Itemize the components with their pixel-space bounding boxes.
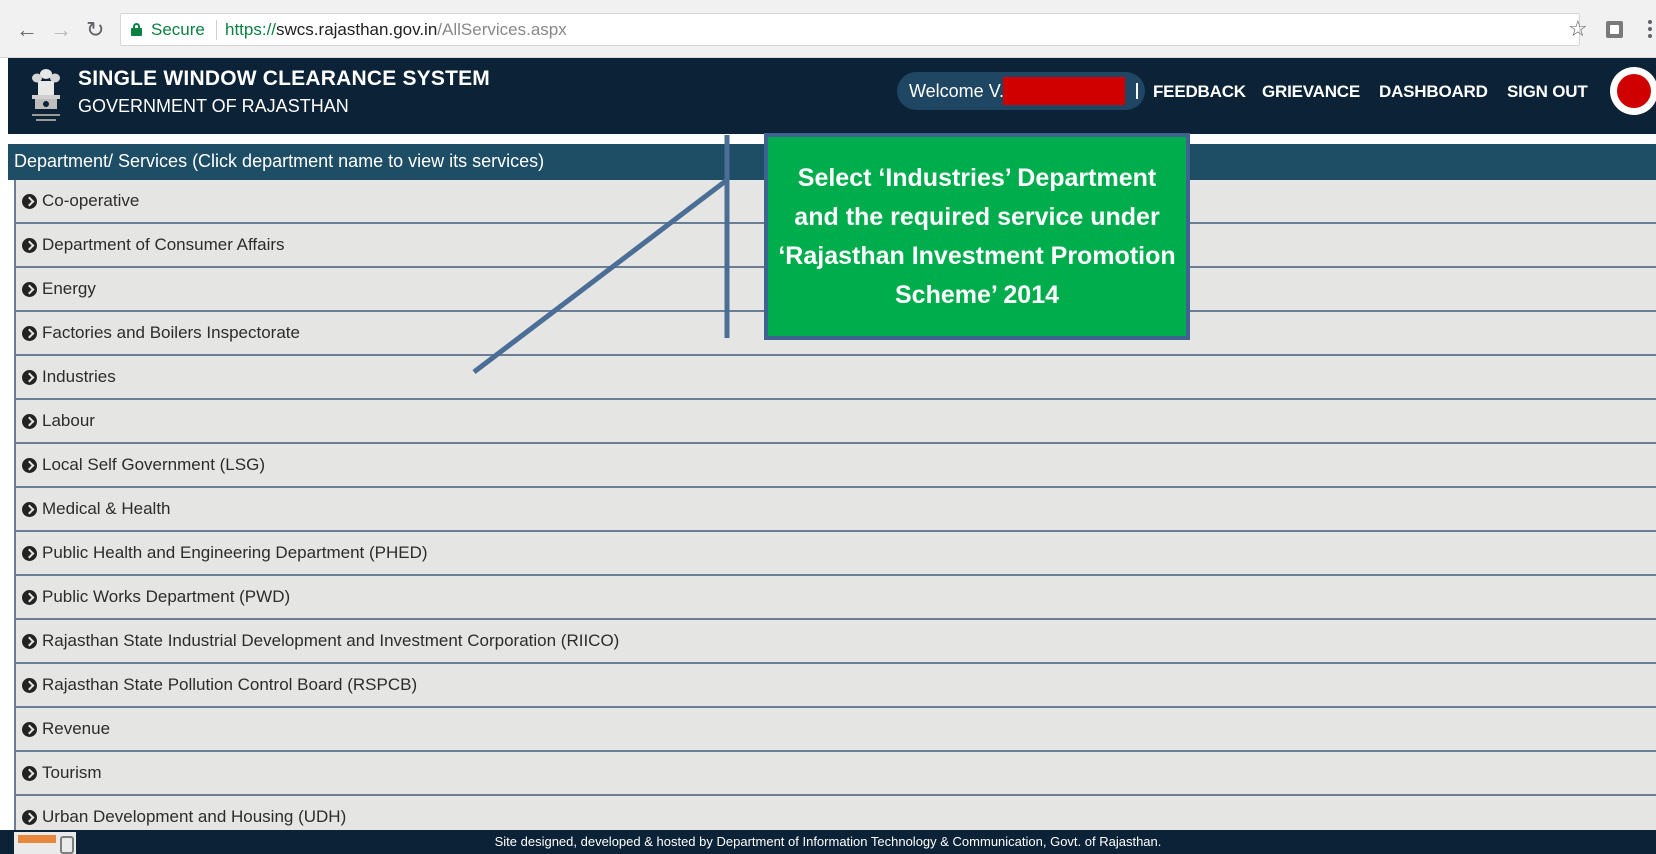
site-header: SINGLE WINDOW CLEARANCE SYSTEM GOVERNMEN… <box>8 58 1656 134</box>
nav-feedback[interactable]: FEEDBACK <box>1153 82 1246 102</box>
redacted-username <box>1003 77 1125 105</box>
address-separator <box>216 20 217 40</box>
department-item-lsg[interactable]: Local Self Government (LSG) <box>14 444 1656 488</box>
department-label: Medical & Health <box>42 499 171 518</box>
nav-dashboard[interactable]: DASHBOARD <box>1379 82 1488 102</box>
welcome-text: Welcome V. <box>909 81 1005 101</box>
browser-toolbar: ← → ↻ Secure https://swcs.rajasthan.gov.… <box>0 0 1656 58</box>
site-footer: Site designed, developed & hosted by Dep… <box>0 830 1656 854</box>
chevron-right-circle-icon <box>22 326 37 341</box>
department-item-revenue[interactable]: Revenue <box>14 708 1656 752</box>
department-label: Rajasthan State Industrial Development a… <box>42 631 620 650</box>
department-label: Revenue <box>42 719 111 738</box>
url-path: /AllServices.aspx <box>437 20 567 39</box>
chevron-right-circle-icon <box>22 458 37 473</box>
department-panel-title: Department/ Services (Click department n… <box>14 151 545 171</box>
chevron-right-circle-icon <box>22 634 37 649</box>
department-label: Local Self Government (LSG) <box>42 455 265 474</box>
instruction-callout-text: Select ‘Industries’ Department and the r… <box>778 163 1176 309</box>
chevron-right-circle-icon <box>22 238 37 253</box>
menu-icon[interactable] <box>1648 20 1652 38</box>
department-label: Labour <box>42 411 95 430</box>
site-subtitle: GOVERNMENT OF RAJASTHAN <box>78 96 349 116</box>
chevron-right-circle-icon <box>22 546 37 561</box>
url-host: swcs.rajasthan.gov.in <box>276 20 438 39</box>
url-text[interactable]: https://swcs.rajasthan.gov.in/AllService… <box>225 20 567 40</box>
department-item-medical-health[interactable]: Medical & Health <box>14 488 1656 532</box>
footer-text: Site designed, developed & hosted by Dep… <box>494 834 1162 849</box>
department-label: Urban Development and Housing (UDH) <box>42 807 347 826</box>
lock-icon <box>131 23 142 36</box>
welcome-pill[interactable]: Welcome V. <box>897 72 1145 110</box>
department-item-udh[interactable]: Urban Development and Housing (UDH) <box>14 796 1656 830</box>
chevron-right-circle-icon <box>22 810 37 825</box>
department-label: Industries <box>42 367 116 386</box>
star-icon[interactable]: ☆ <box>1568 16 1588 42</box>
welcome-tail <box>1136 83 1138 99</box>
department-label: Co-operative <box>42 191 140 210</box>
department-label: Public Works Department (PWD) <box>42 587 291 606</box>
department-label: Rajasthan State Pollution Control Board … <box>42 675 418 694</box>
forward-arrow-icon[interactable]: → <box>50 18 72 42</box>
extension-icon[interactable] <box>1606 21 1623 38</box>
nav-grievance[interactable]: GRIEVANCE <box>1262 82 1360 102</box>
department-item-rspcb[interactable]: Rajasthan State Pollution Control Board … <box>14 664 1656 708</box>
emblem-icon <box>32 69 60 121</box>
secure-label: Secure <box>151 20 205 39</box>
department-label: Department of Consumer Affairs <box>42 235 285 254</box>
chevron-right-circle-icon <box>22 766 37 781</box>
chevron-right-circle-icon <box>22 414 37 429</box>
department-item-pwd[interactable]: Public Works Department (PWD) <box>14 576 1656 620</box>
chevron-right-circle-icon <box>22 502 37 517</box>
reload-icon[interactable]: ↻ <box>86 18 104 42</box>
department-label: Tourism <box>42 763 102 782</box>
department-item-phed[interactable]: Public Health and Engineering Department… <box>14 532 1656 576</box>
nav-sign-out[interactable]: SIGN OUT <box>1507 82 1588 102</box>
avatar[interactable] <box>1610 67 1656 115</box>
department-item-industries[interactable]: Industries <box>14 356 1656 400</box>
chevron-right-circle-icon <box>22 590 37 605</box>
chevron-right-circle-icon <box>22 722 37 737</box>
url-scheme: https:// <box>225 20 277 39</box>
department-item-riico[interactable]: Rajasthan State Industrial Development a… <box>14 620 1656 664</box>
department-label: Energy <box>42 279 96 298</box>
address-bar[interactable]: Secure https://swcs.rajasthan.gov.in/All… <box>120 13 1580 46</box>
department-item-labour[interactable]: Labour <box>14 400 1656 444</box>
department-item-tourism[interactable]: Tourism <box>14 752 1656 796</box>
chevron-right-circle-icon <box>22 678 37 693</box>
back-arrow-icon[interactable]: ← <box>16 18 38 42</box>
chevron-right-circle-icon <box>22 282 37 297</box>
chevron-right-circle-icon <box>22 370 37 385</box>
department-label: Public Health and Engineering Department… <box>42 543 428 562</box>
chevron-right-circle-icon <box>22 194 37 209</box>
instruction-callout: Select ‘Industries’ Department and the r… <box>764 133 1190 340</box>
department-label: Factories and Boilers Inspectorate <box>42 323 300 342</box>
site-title: SINGLE WINDOW CLEARANCE SYSTEM <box>78 67 491 90</box>
